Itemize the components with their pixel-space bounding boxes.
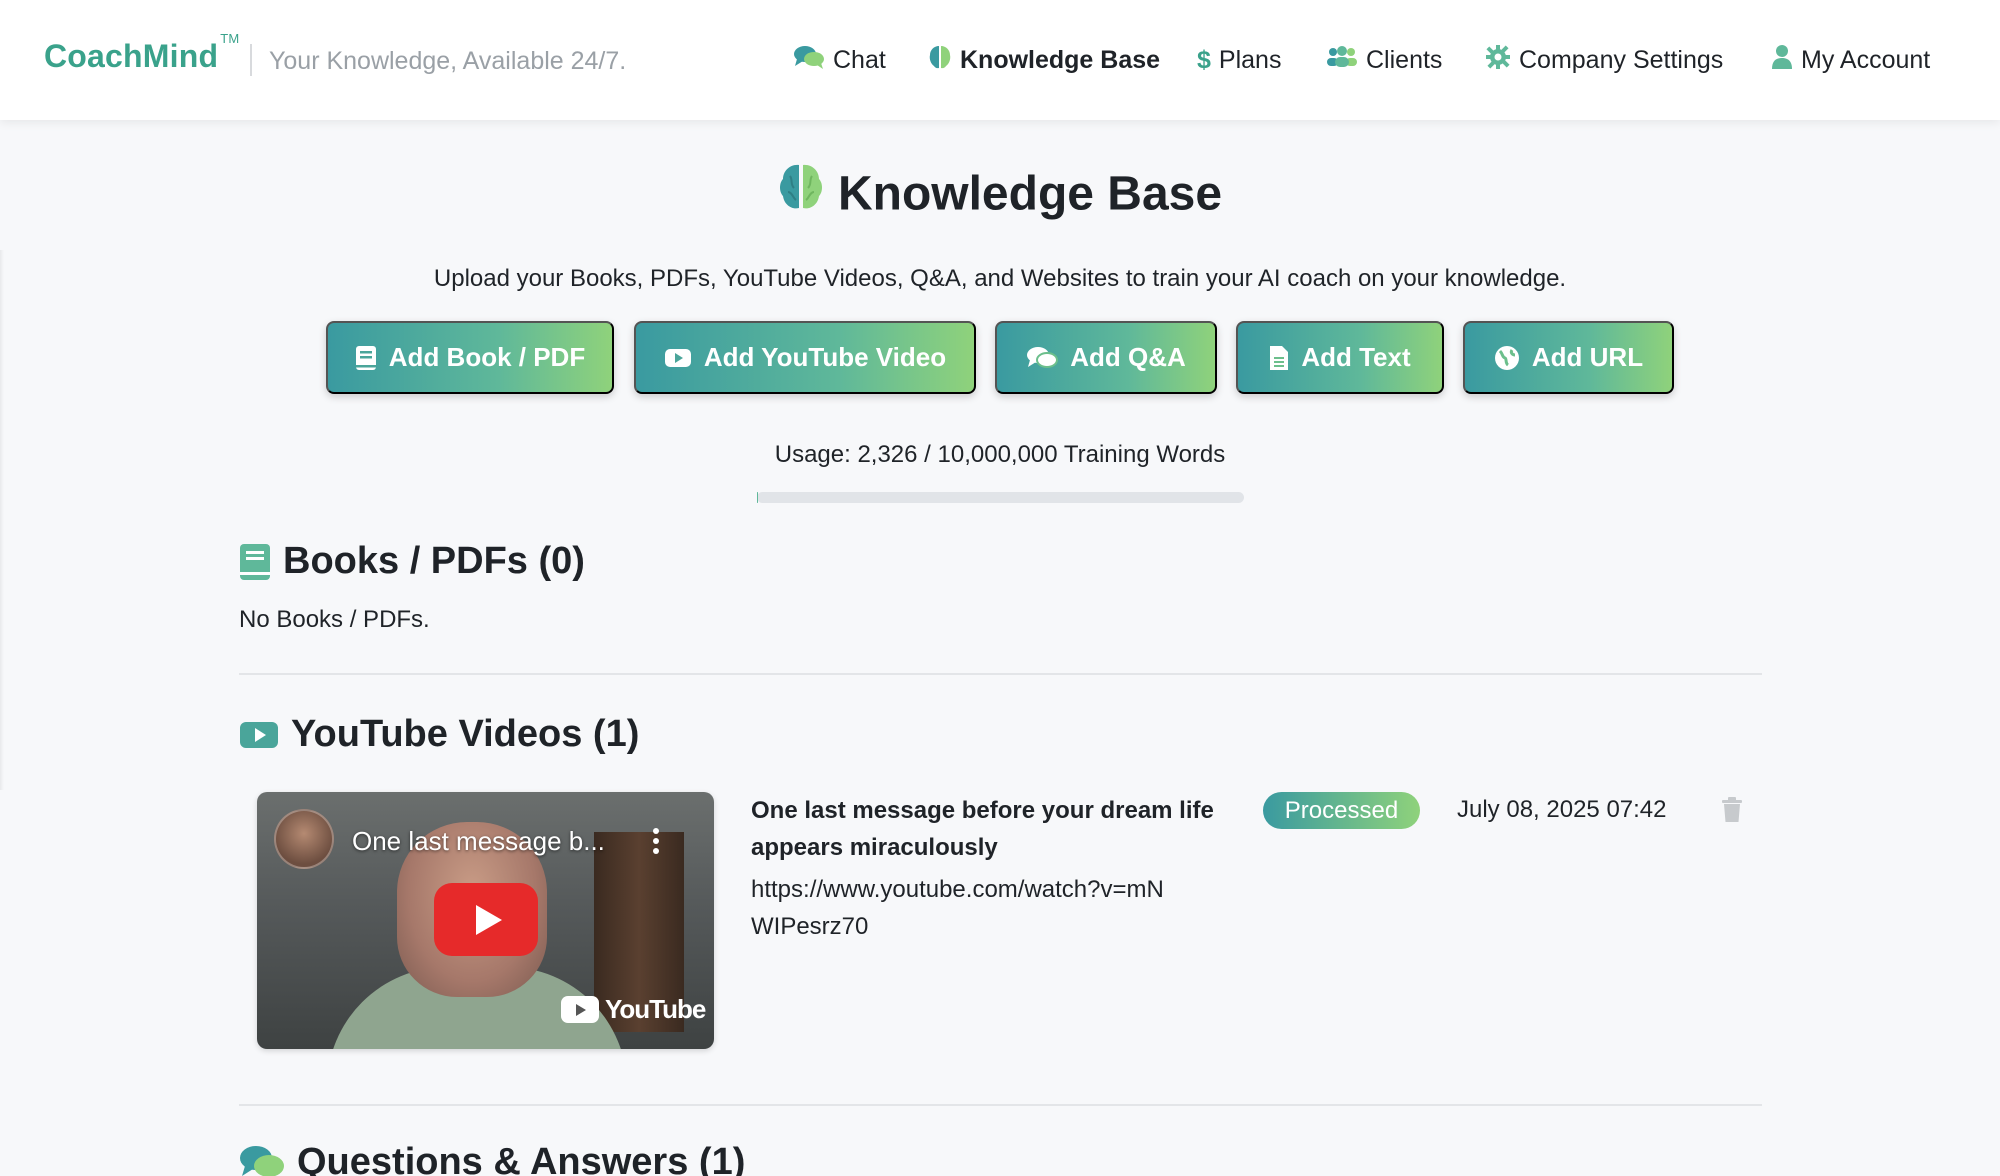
nav-my-account-label: My Account (1801, 45, 1931, 74)
youtube-icon (664, 347, 692, 369)
add-youtube-video-button[interactable]: Add YouTube Video (634, 321, 976, 394)
section-divider (239, 1104, 1762, 1106)
qa-section-title: Questions & Answers (1) (239, 1141, 745, 1176)
file-text-icon (1269, 345, 1289, 371)
gear-icon (1485, 44, 1511, 77)
nav-knowledge-base-label: Knowledge Base (960, 45, 1161, 74)
add-qa-label: Add Q&A (1070, 342, 1186, 372)
nav-clients[interactable]: Clients (1326, 42, 1442, 78)
books-empty-text: No Books / PDFs. (239, 606, 430, 633)
brand-logo[interactable]: CoachMind TM (44, 31, 239, 75)
nav-company-settings-label: Company Settings (1519, 45, 1724, 74)
trash-icon[interactable] (1721, 797, 1743, 823)
add-url-button[interactable]: Add URL (1463, 321, 1674, 394)
users-icon (1326, 45, 1358, 76)
usage-text: Usage: 2,326 / 10,000,000 Training Words (774, 441, 1226, 468)
globe-icon (1494, 345, 1520, 371)
kebab-menu-icon[interactable] (653, 828, 659, 854)
youtube-logo-icon (561, 996, 599, 1023)
books-section-title: Books / PDFs (0) (239, 540, 585, 583)
comments-icon (239, 1144, 285, 1176)
books-section-title-text: Books / PDFs (0) (283, 540, 585, 582)
page-title: Knowledge Base (0, 164, 2000, 228)
nav-clients-label: Clients (1366, 45, 1443, 74)
add-text-button[interactable]: Add Text (1236, 321, 1444, 394)
add-qa-button[interactable]: Add Q&A (995, 321, 1217, 394)
video-date: July 08, 2025 07:42 (1457, 796, 1667, 823)
chat-icon (793, 44, 825, 77)
youtube-section-title-text: YouTube Videos (1) (291, 713, 640, 755)
nav-my-account[interactable]: My Account (1771, 42, 1930, 78)
nav-knowledge-base[interactable]: Knowledge Base (928, 42, 1160, 78)
add-book-pdf-button[interactable]: Add Book / PDF (326, 321, 614, 394)
video-url[interactable]: https://www.youtube.com/watch?v=mNWIPesr… (751, 871, 1181, 945)
youtube-logo-text: YouTube (605, 994, 706, 1024)
nav-plans[interactable]: $ Plans (1197, 42, 1281, 78)
youtube-section-title: YouTube Videos (1) (239, 713, 639, 756)
play-button-icon[interactable] (434, 883, 538, 956)
add-youtube-video-label: Add YouTube Video (703, 342, 947, 372)
video-thumbnail[interactable]: One last message b... YouTube (257, 792, 714, 1049)
brain-icon (928, 44, 952, 77)
brand-separator (250, 44, 252, 76)
section-divider (239, 673, 1762, 675)
top-navbar: CoachMind TM Your Knowledge, Available 24… (0, 0, 2000, 120)
book-icon (239, 543, 271, 581)
nav-chat-label: Chat (833, 45, 886, 74)
book-icon (355, 345, 377, 371)
thumbnail-title: One last message b... (352, 826, 605, 856)
dollar-icon: $ (1197, 45, 1211, 74)
page-title-text: Knowledge Base (837, 167, 1223, 221)
add-text-label: Add Text (1301, 342, 1411, 372)
page-subtitle: Upload your Books, PDFs, YouTube Videos,… (433, 265, 1567, 292)
nav-chat[interactable]: Chat (793, 42, 886, 78)
page-edge-shadow (0, 250, 4, 790)
youtube-logo: YouTube (561, 994, 706, 1025)
user-icon (1771, 44, 1793, 77)
add-url-label: Add URL (1531, 342, 1644, 372)
channel-avatar (274, 809, 334, 869)
qa-section-title-text: Questions & Answers (1) (297, 1141, 746, 1176)
add-book-pdf-label: Add Book / PDF (388, 342, 586, 372)
comments-icon (1026, 345, 1059, 371)
nav-company-settings[interactable]: Company Settings (1485, 42, 1723, 78)
usage-progress-bar (757, 492, 1244, 503)
nav-plans-label: Plans (1218, 45, 1282, 74)
youtube-icon (239, 720, 279, 750)
video-title: One last message before your dream life … (751, 797, 1214, 861)
status-badge: Processed (1263, 792, 1420, 829)
brand-tagline: Your Knowledge, Available 24/7. (269, 47, 627, 75)
brain-icon (778, 162, 824, 224)
